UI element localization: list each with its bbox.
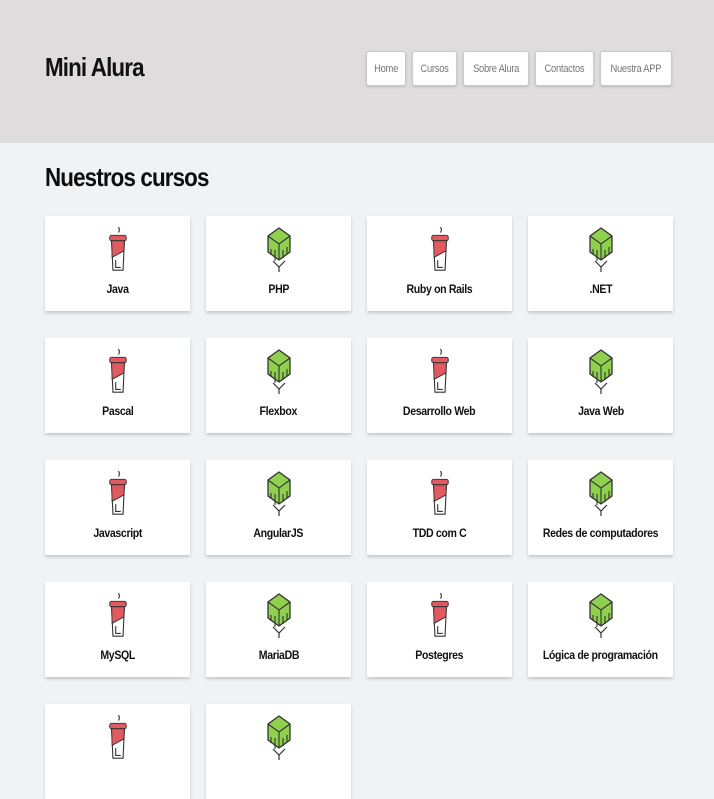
course-card[interactable] bbox=[45, 704, 190, 799]
course-card[interactable]: Desarrollo Web bbox=[367, 338, 512, 433]
cube-icon bbox=[266, 345, 292, 399]
cup-icon bbox=[429, 467, 451, 521]
course-label: MySQL bbox=[100, 648, 135, 662]
course-card[interactable]: MariaDB bbox=[206, 582, 351, 677]
course-card[interactable]: Java Web bbox=[528, 338, 673, 433]
cup-icon bbox=[107, 345, 129, 399]
course-card[interactable]: .NET bbox=[528, 216, 673, 311]
nav-sobre-alura-label: Sobre Alura bbox=[473, 62, 520, 75]
course-label: Javascript bbox=[93, 526, 142, 540]
nav-home-label: Home bbox=[374, 62, 399, 75]
course-card[interactable] bbox=[206, 704, 351, 799]
nav-nuestra-app-button[interactable]: Nuestra APP bbox=[600, 51, 672, 86]
cube-icon bbox=[588, 467, 614, 521]
course-label: Desarrollo Web bbox=[403, 404, 476, 418]
cube-icon bbox=[266, 711, 292, 765]
course-card[interactable]: Postegres bbox=[367, 582, 512, 677]
cup-icon bbox=[429, 589, 451, 643]
course-label: MariaDB bbox=[258, 648, 299, 662]
course-card[interactable]: PHP bbox=[206, 216, 351, 311]
course-label: .NET bbox=[589, 282, 612, 296]
site-logo[interactable]: Mini Alura bbox=[45, 52, 145, 83]
course-label: Redes de computadores bbox=[542, 526, 659, 540]
cup-icon bbox=[107, 589, 129, 643]
cube-icon bbox=[266, 223, 292, 277]
cup-icon bbox=[107, 467, 129, 521]
cube-icon bbox=[588, 345, 614, 399]
cube-icon bbox=[588, 223, 614, 277]
nav-home-button[interactable]: Home bbox=[366, 51, 407, 86]
cube-icon bbox=[266, 589, 292, 643]
course-label: TDD com C bbox=[412, 526, 467, 540]
cup-icon bbox=[107, 223, 129, 277]
cube-icon bbox=[266, 467, 292, 521]
main-nav: Home Cursos Sobre Alura Contactos Nuestr… bbox=[366, 51, 672, 86]
course-label: Java bbox=[106, 282, 129, 296]
course-card[interactable]: AngularJS bbox=[206, 460, 351, 555]
course-label: Java Web bbox=[577, 404, 624, 418]
site-header: Mini Alura Home Cursos Sobre Alura Conta… bbox=[0, 0, 714, 143]
course-card[interactable]: Ruby on Rails bbox=[367, 216, 512, 311]
nav-nuestra-app-label: Nuestra APP bbox=[610, 62, 662, 75]
course-grid: Java PHP Ruby on Rails .NET Pascal Flexbox Des… bbox=[45, 216, 673, 799]
page-title: Nuestros cursos bbox=[45, 162, 209, 192]
course-card[interactable]: Java bbox=[45, 216, 190, 311]
course-label: Postegres bbox=[415, 648, 464, 662]
cup-icon bbox=[429, 223, 451, 277]
course-card[interactable]: Lógica de programación bbox=[528, 582, 673, 677]
course-card[interactable]: Javascript bbox=[45, 460, 190, 555]
course-card[interactable]: TDD com C bbox=[367, 460, 512, 555]
course-card[interactable]: MySQL bbox=[45, 582, 190, 677]
course-label: Lógica de programación bbox=[543, 648, 658, 662]
nav-cursos-label: Cursos bbox=[420, 62, 449, 75]
course-label: Pascal bbox=[101, 404, 134, 418]
course-label: PHP bbox=[268, 282, 289, 296]
nav-sobre-alura-button[interactable]: Sobre Alura bbox=[463, 51, 530, 86]
cup-icon bbox=[107, 711, 129, 765]
course-card[interactable]: Pascal bbox=[45, 338, 190, 433]
course-card[interactable]: Flexbox bbox=[206, 338, 351, 433]
course-label: Ruby on Rails bbox=[406, 282, 473, 296]
nav-contactos-button[interactable]: Contactos bbox=[535, 51, 595, 86]
course-label: AngularJS bbox=[253, 526, 304, 540]
nav-contactos-label: Contactos bbox=[544, 62, 585, 75]
cup-icon bbox=[429, 345, 451, 399]
course-label: Flexbox bbox=[259, 404, 298, 418]
cube-icon bbox=[588, 589, 614, 643]
nav-cursos-button[interactable]: Cursos bbox=[412, 51, 458, 86]
course-card[interactable]: Redes de computadores bbox=[528, 460, 673, 555]
